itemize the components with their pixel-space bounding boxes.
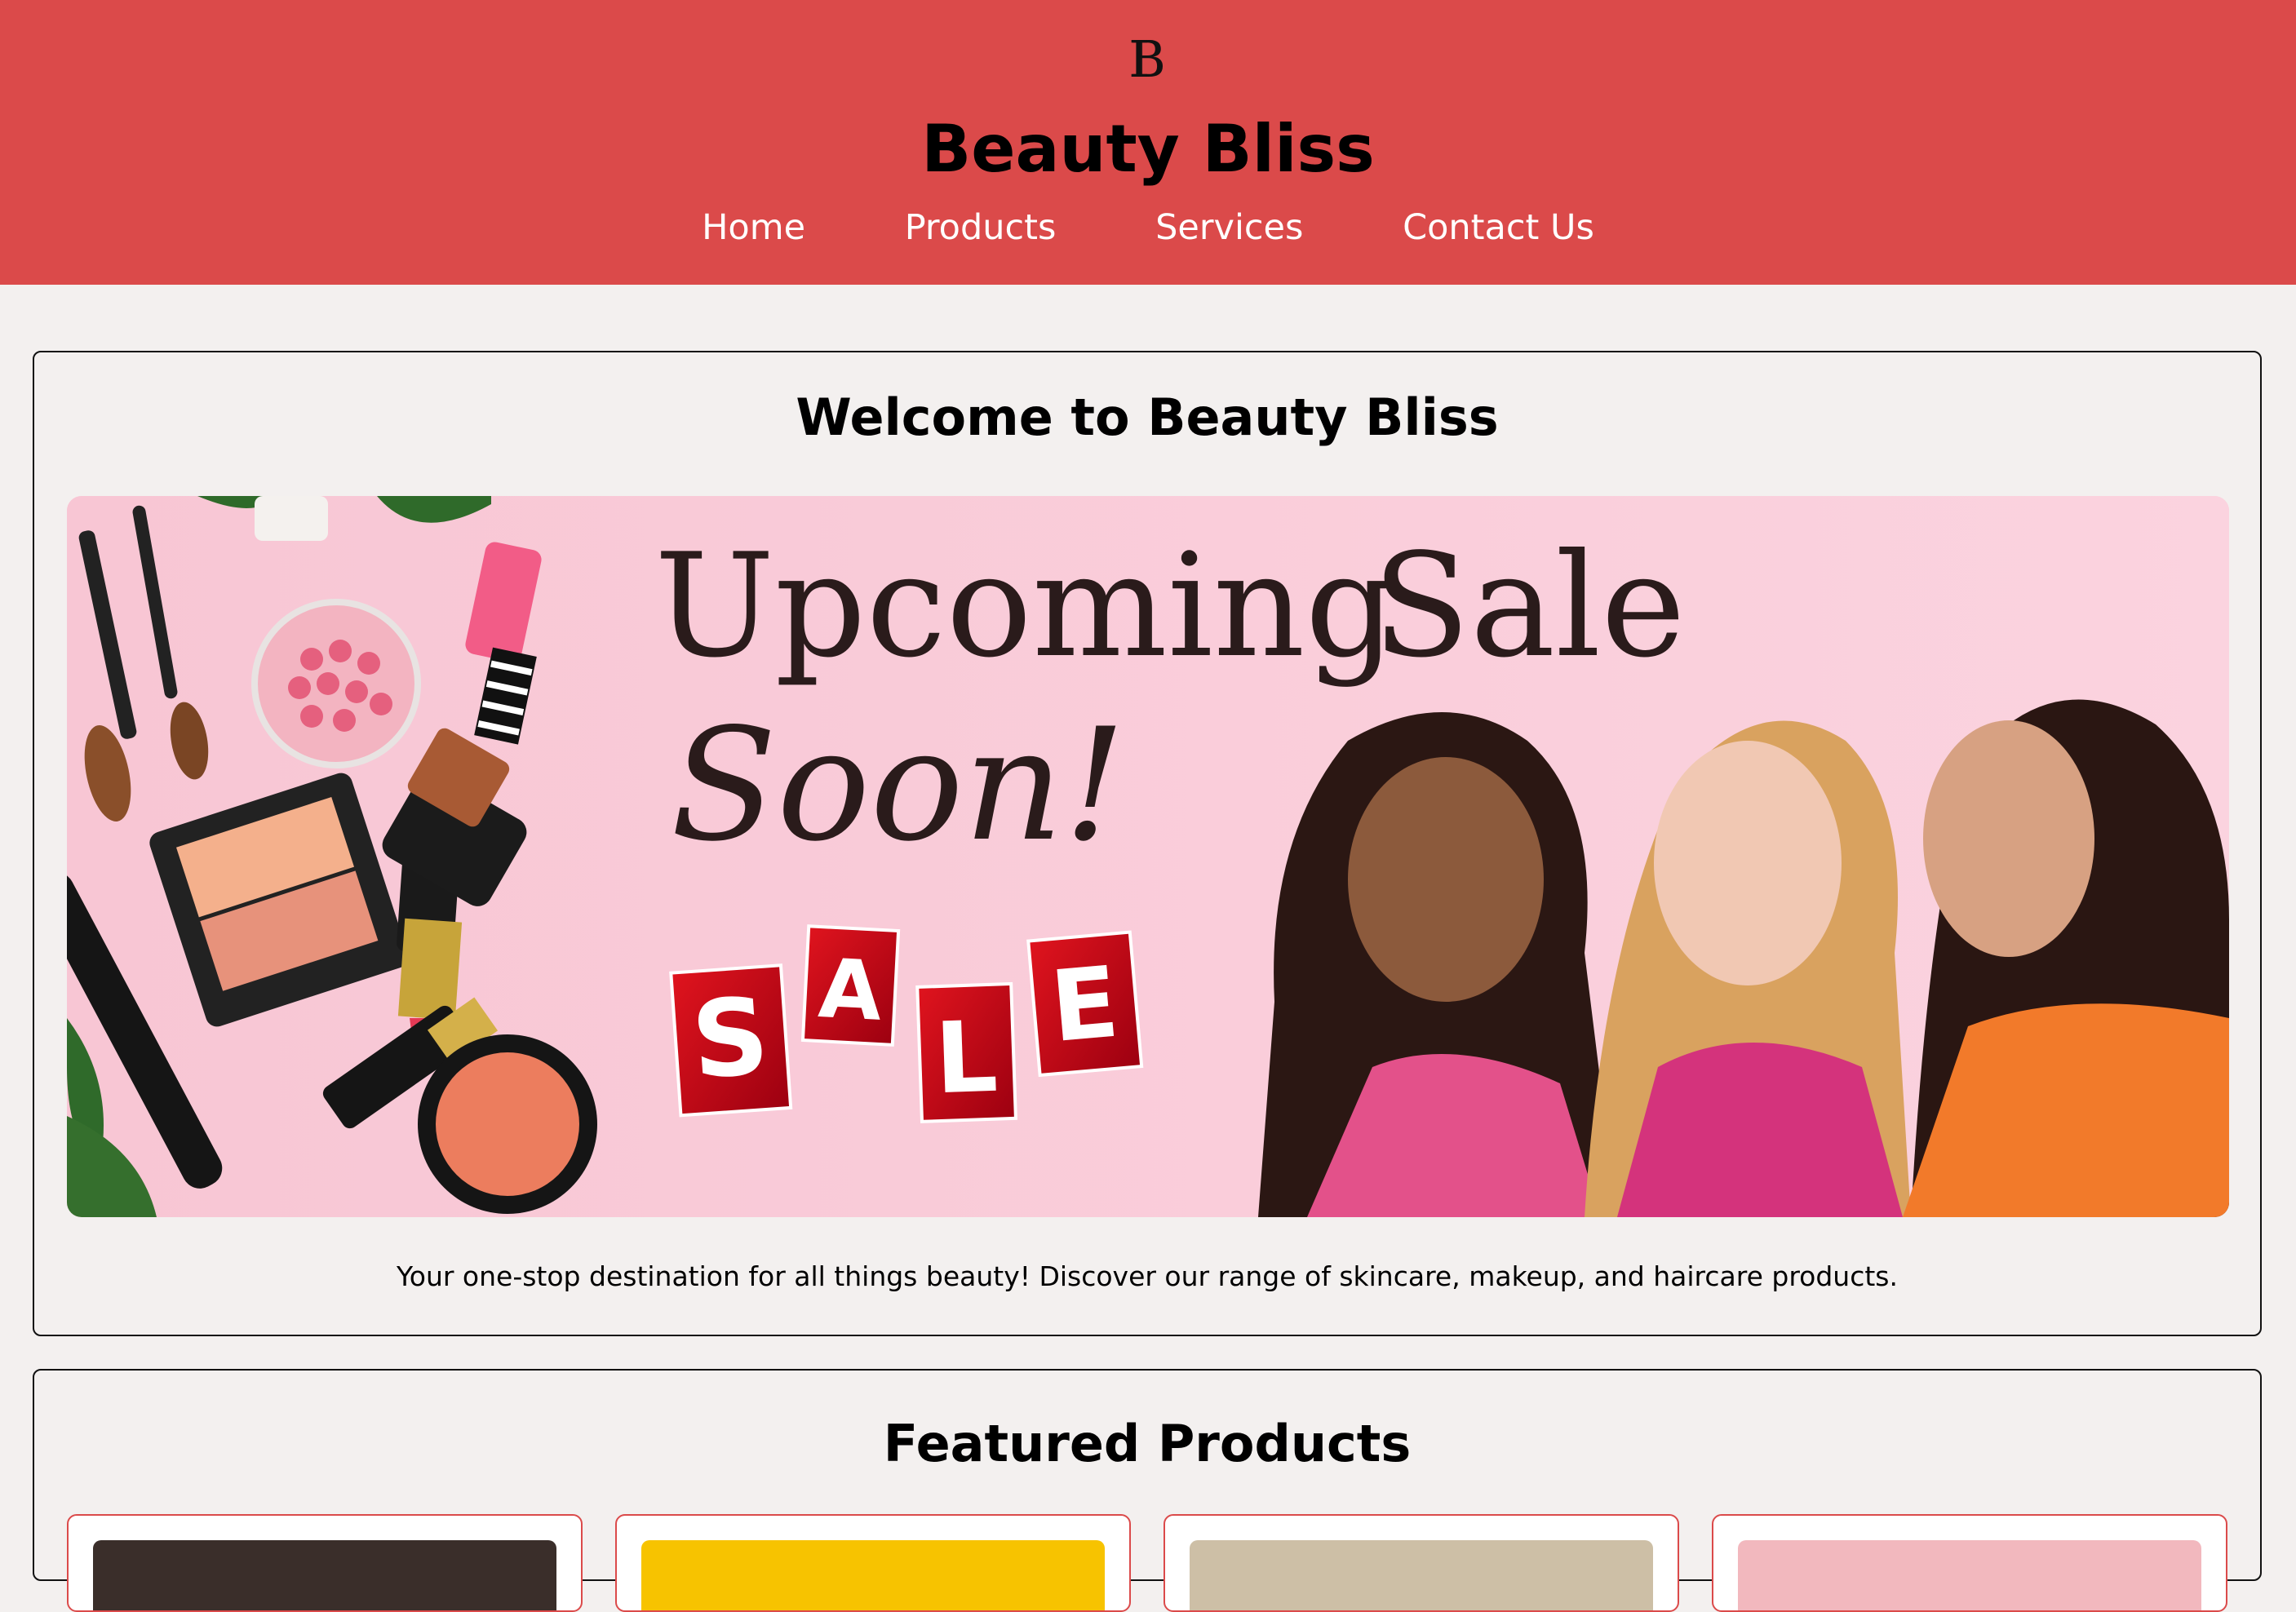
svg-text:Soon!: Soon! — [671, 695, 1126, 875]
welcome-tagline: Your one-stop destination for all things… — [396, 1260, 1898, 1292]
product-card[interactable] — [1164, 1514, 1679, 1612]
product-image[interactable] — [1190, 1540, 1653, 1610]
welcome-title: Welcome to Beauty Bliss — [796, 388, 1499, 447]
featured-products-section: Featured Products — [33, 1369, 2262, 1612]
nav-contact-us[interactable]: Contact Us — [1403, 207, 1594, 248]
models-illustration — [1258, 699, 2229, 1217]
product-image[interactable] — [641, 1540, 1105, 1610]
product-card[interactable] — [1712, 1514, 2227, 1612]
nav-home[interactable]: Home — [702, 207, 805, 248]
site-header: B I Beauty Bliss Home Products Services … — [0, 0, 2296, 285]
featured-title: Featured Products — [883, 1414, 1412, 1473]
svg-text:Upcoming: Upcoming — [654, 524, 1397, 689]
svg-text:L: L — [933, 1001, 1000, 1117]
product-image[interactable] — [1738, 1540, 2201, 1610]
sale-banner-image: Upcoming Sale Soon! S A L E — [67, 496, 2229, 1217]
site-title: Beauty Bliss — [921, 111, 1375, 187]
bb-monogram-logo-icon[interactable]: B I — [1119, 29, 1176, 86]
svg-text:I: I — [1130, 29, 1150, 86]
nav-products[interactable]: Products — [905, 207, 1057, 248]
nav-services[interactable]: Services — [1155, 207, 1303, 248]
welcome-section: Welcome to Beauty Bliss Upcoming Sale So… — [33, 351, 2262, 1336]
svg-text:S: S — [688, 974, 773, 1103]
svg-text:Sale: Sale — [1372, 524, 1686, 689]
svg-text:A: A — [817, 941, 884, 1039]
main-nav: Home Products Services Contact Us — [0, 201, 2296, 255]
product-image[interactable] — [93, 1540, 556, 1610]
product-card[interactable] — [67, 1514, 583, 1612]
product-card[interactable] — [615, 1514, 1131, 1612]
svg-text:E: E — [1046, 946, 1123, 1065]
